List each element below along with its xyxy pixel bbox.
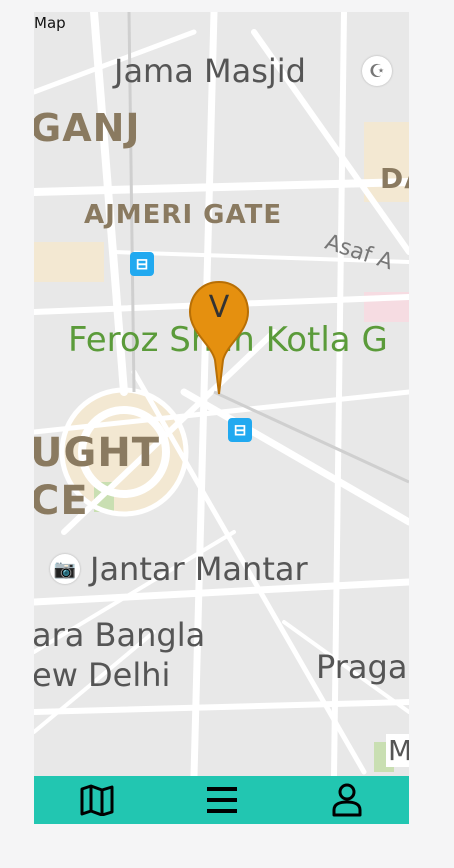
profile-icon	[332, 783, 361, 817]
bus-stop-icon: ⊟	[228, 418, 252, 442]
nav-menu-button[interactable]	[192, 776, 252, 824]
app-frame: Jama Masjid ☪ GANJ DA AJMERI GATE Asaf A…	[34, 12, 409, 824]
bus-stop-icon: ⊟	[130, 252, 154, 276]
map-marker[interactable]: V	[187, 280, 251, 396]
label-jama-masjid: Jama Masjid	[114, 52, 306, 90]
label-m: M	[386, 734, 409, 767]
map-view[interactable]: Jama Masjid ☪ GANJ DA AJMERI GATE Asaf A…	[34, 12, 409, 776]
label-ganj: GANJ	[34, 106, 141, 150]
bottom-nav	[34, 776, 409, 824]
mosque-icon: ☪	[362, 56, 392, 86]
label-bangla-sahib-2: ew Delhi	[34, 656, 171, 694]
label-da: DA	[380, 162, 409, 195]
marker-letter: V	[208, 290, 230, 325]
label-connaught-1: UGHT	[34, 430, 161, 476]
camera-icon: 📷	[50, 554, 80, 584]
nav-map-button[interactable]	[67, 776, 127, 824]
label-connaught-2: CE	[34, 478, 89, 524]
label-jantar-mantar: Jantar Mantar	[90, 550, 308, 588]
page-title: Map	[34, 14, 66, 32]
label-bangla-sahib-1: ara Bangla	[34, 616, 206, 654]
label-ajmeri-gate: AJMERI GATE	[84, 200, 283, 230]
label-pragati: Praga	[316, 648, 408, 686]
menu-icon	[206, 787, 237, 813]
nav-profile-button[interactable]	[317, 776, 377, 824]
map-icon	[80, 784, 113, 816]
